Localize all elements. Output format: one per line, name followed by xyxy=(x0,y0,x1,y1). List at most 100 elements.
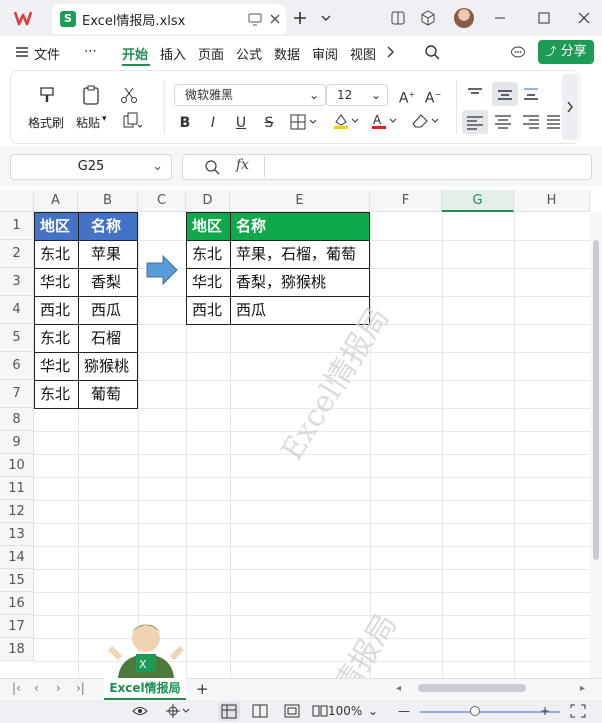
right-arrow-shape[interactable] xyxy=(146,255,178,285)
zoom-formula-icon[interactable] xyxy=(204,159,220,175)
source-cell-a2[interactable]: 东北 xyxy=(34,240,79,269)
select-all-corner[interactable] xyxy=(0,190,34,212)
menu-formula[interactable]: 公式 xyxy=(236,44,262,63)
zoom-in-icon[interactable]: + xyxy=(540,704,550,718)
row-header-6[interactable]: 6 xyxy=(0,352,34,380)
user-avatar[interactable] xyxy=(454,8,474,28)
share-button[interactable]: ⤴ 分享 xyxy=(538,40,594,64)
page-break-view-icon[interactable] xyxy=(284,704,300,718)
align-center-icon[interactable] xyxy=(494,114,512,130)
align-right-icon[interactable] xyxy=(522,114,540,130)
source-cell-b3[interactable]: 香梨 xyxy=(78,268,138,297)
borders-icon[interactable] xyxy=(290,114,318,130)
row-header-17[interactable]: 17 xyxy=(0,615,34,638)
result-header-name[interactable]: 名称 xyxy=(230,212,370,241)
maximize-icon[interactable] xyxy=(536,10,552,26)
source-cell-b7[interactable]: 葡萄 xyxy=(78,380,138,409)
next-sheet-icon[interactable]: › xyxy=(56,681,61,695)
cube-icon[interactable] xyxy=(420,10,436,26)
eraser-icon[interactable] xyxy=(410,112,440,130)
source-cell-b2[interactable]: 苹果 xyxy=(78,240,138,269)
menu-view[interactable]: 视图 xyxy=(350,44,376,63)
paste-chevron-icon[interactable]: ▾ xyxy=(102,114,107,124)
reading-mode-icon[interactable] xyxy=(390,10,406,26)
format-painter-label[interactable]: 格式刷 xyxy=(28,114,64,131)
column-header-g[interactable]: G xyxy=(442,190,514,212)
row-header-11[interactable]: 11 xyxy=(0,477,34,500)
row-header-13[interactable]: 13 xyxy=(0,523,34,546)
column-header-h[interactable]: H xyxy=(514,190,590,212)
result-cell-d4[interactable]: 西北 xyxy=(186,296,231,325)
row-header-9[interactable]: 9 xyxy=(0,431,34,454)
close-window-icon[interactable] xyxy=(576,10,592,26)
source-cell-b5[interactable]: 石榴 xyxy=(78,324,138,353)
align-middle-button[interactable] xyxy=(492,82,518,106)
tab-list-chevron-icon[interactable] xyxy=(318,10,334,26)
fullscreen-icon[interactable] xyxy=(570,704,586,718)
menu-scroll-right-icon[interactable] xyxy=(382,44,398,60)
minimize-icon[interactable] xyxy=(492,10,508,26)
fill-color-icon[interactable] xyxy=(332,112,360,130)
zoom-level[interactable]: 100% xyxy=(328,704,362,718)
document-tab[interactable]: S Excel情报局.xlsx xyxy=(52,4,286,34)
row-header-2[interactable]: 2 xyxy=(0,240,34,268)
row-header-1[interactable]: 1 xyxy=(0,212,34,240)
paste-icon[interactable] xyxy=(80,84,102,106)
paste-label[interactable]: 粘贴 xyxy=(76,114,100,131)
ribbon-scroll-right-button[interactable] xyxy=(562,74,578,140)
menu-page[interactable]: 页面 xyxy=(198,44,224,63)
add-sheet-button[interactable]: + xyxy=(196,680,209,698)
column-header-a[interactable]: A xyxy=(34,190,78,212)
prev-sheet-icon[interactable]: ‹ xyxy=(34,681,39,695)
crosshair-icon[interactable] xyxy=(166,704,190,718)
format-painter-icon[interactable] xyxy=(36,84,58,106)
result-cell-e2[interactable]: 苹果，石榴，葡萄 xyxy=(230,240,370,269)
row-header-10[interactable]: 10 xyxy=(0,454,34,477)
menu-more[interactable]: ⋯ xyxy=(84,44,97,59)
zoom-slider[interactable] xyxy=(420,711,560,713)
read-mode-view-icon[interactable] xyxy=(312,704,328,718)
row-header-4[interactable]: 4 xyxy=(0,296,34,324)
row-header-15[interactable]: 15 xyxy=(0,569,34,592)
search-icon[interactable] xyxy=(424,44,440,60)
zoom-dropdown-chevron-icon[interactable]: ⌄ xyxy=(368,704,378,718)
underline-button[interactable]: U xyxy=(232,114,250,132)
menu-data[interactable]: 数据 xyxy=(274,44,300,63)
source-cell-b6[interactable]: 猕猴桃 xyxy=(78,352,138,381)
menu-review[interactable]: 审阅 xyxy=(312,44,338,63)
column-header-c[interactable]: C xyxy=(138,190,186,212)
font-name-dropdown[interactable]: 微软雅黑 ⌄ xyxy=(174,84,326,106)
hscroll-left-icon[interactable]: ◂ xyxy=(396,683,401,694)
increase-font-icon[interactable]: A+ xyxy=(398,86,416,107)
menu-file[interactable]: 文件 xyxy=(34,44,60,63)
align-left-button[interactable] xyxy=(462,110,488,134)
sheet-tab-active[interactable]: Excel情报局 xyxy=(104,678,186,700)
result-cell-d3[interactable]: 华北 xyxy=(186,268,231,297)
hscroll-right-icon[interactable]: ▸ xyxy=(580,683,585,694)
row-header-12[interactable]: 12 xyxy=(0,500,34,523)
first-sheet-icon[interactable]: |‹ xyxy=(12,681,21,695)
name-box[interactable]: G25 ⌄ xyxy=(10,154,172,180)
result-header-region[interactable]: 地区 xyxy=(186,212,231,241)
chat-icon[interactable] xyxy=(510,44,526,60)
menu-home[interactable]: 开始 xyxy=(122,44,148,63)
source-cell-a6[interactable]: 华北 xyxy=(34,352,79,381)
source-header-region[interactable]: 地区 xyxy=(34,212,79,241)
eye-protection-icon[interactable] xyxy=(132,704,148,718)
page-layout-view-icon[interactable] xyxy=(252,704,268,718)
align-top-icon[interactable] xyxy=(466,86,484,102)
monitor-icon[interactable] xyxy=(248,12,262,26)
hamburger-menu-icon[interactable] xyxy=(14,44,30,60)
result-cell-e3[interactable]: 香梨，猕猴桃 xyxy=(230,268,370,297)
normal-view-button[interactable] xyxy=(218,702,240,721)
font-color-icon[interactable]: A xyxy=(370,112,398,130)
source-cell-b4[interactable]: 西瓜 xyxy=(78,296,138,325)
wps-logo-icon[interactable] xyxy=(14,9,32,27)
row-header-8[interactable]: 8 xyxy=(0,408,34,431)
copy-icon[interactable] xyxy=(122,112,142,130)
strikethrough-button[interactable]: S xyxy=(260,114,278,132)
zoom-slider-knob[interactable] xyxy=(470,706,480,716)
decrease-font-icon[interactable]: A− xyxy=(424,86,442,107)
source-header-name[interactable]: 名称 xyxy=(78,212,138,241)
bold-button[interactable]: B xyxy=(176,114,194,132)
